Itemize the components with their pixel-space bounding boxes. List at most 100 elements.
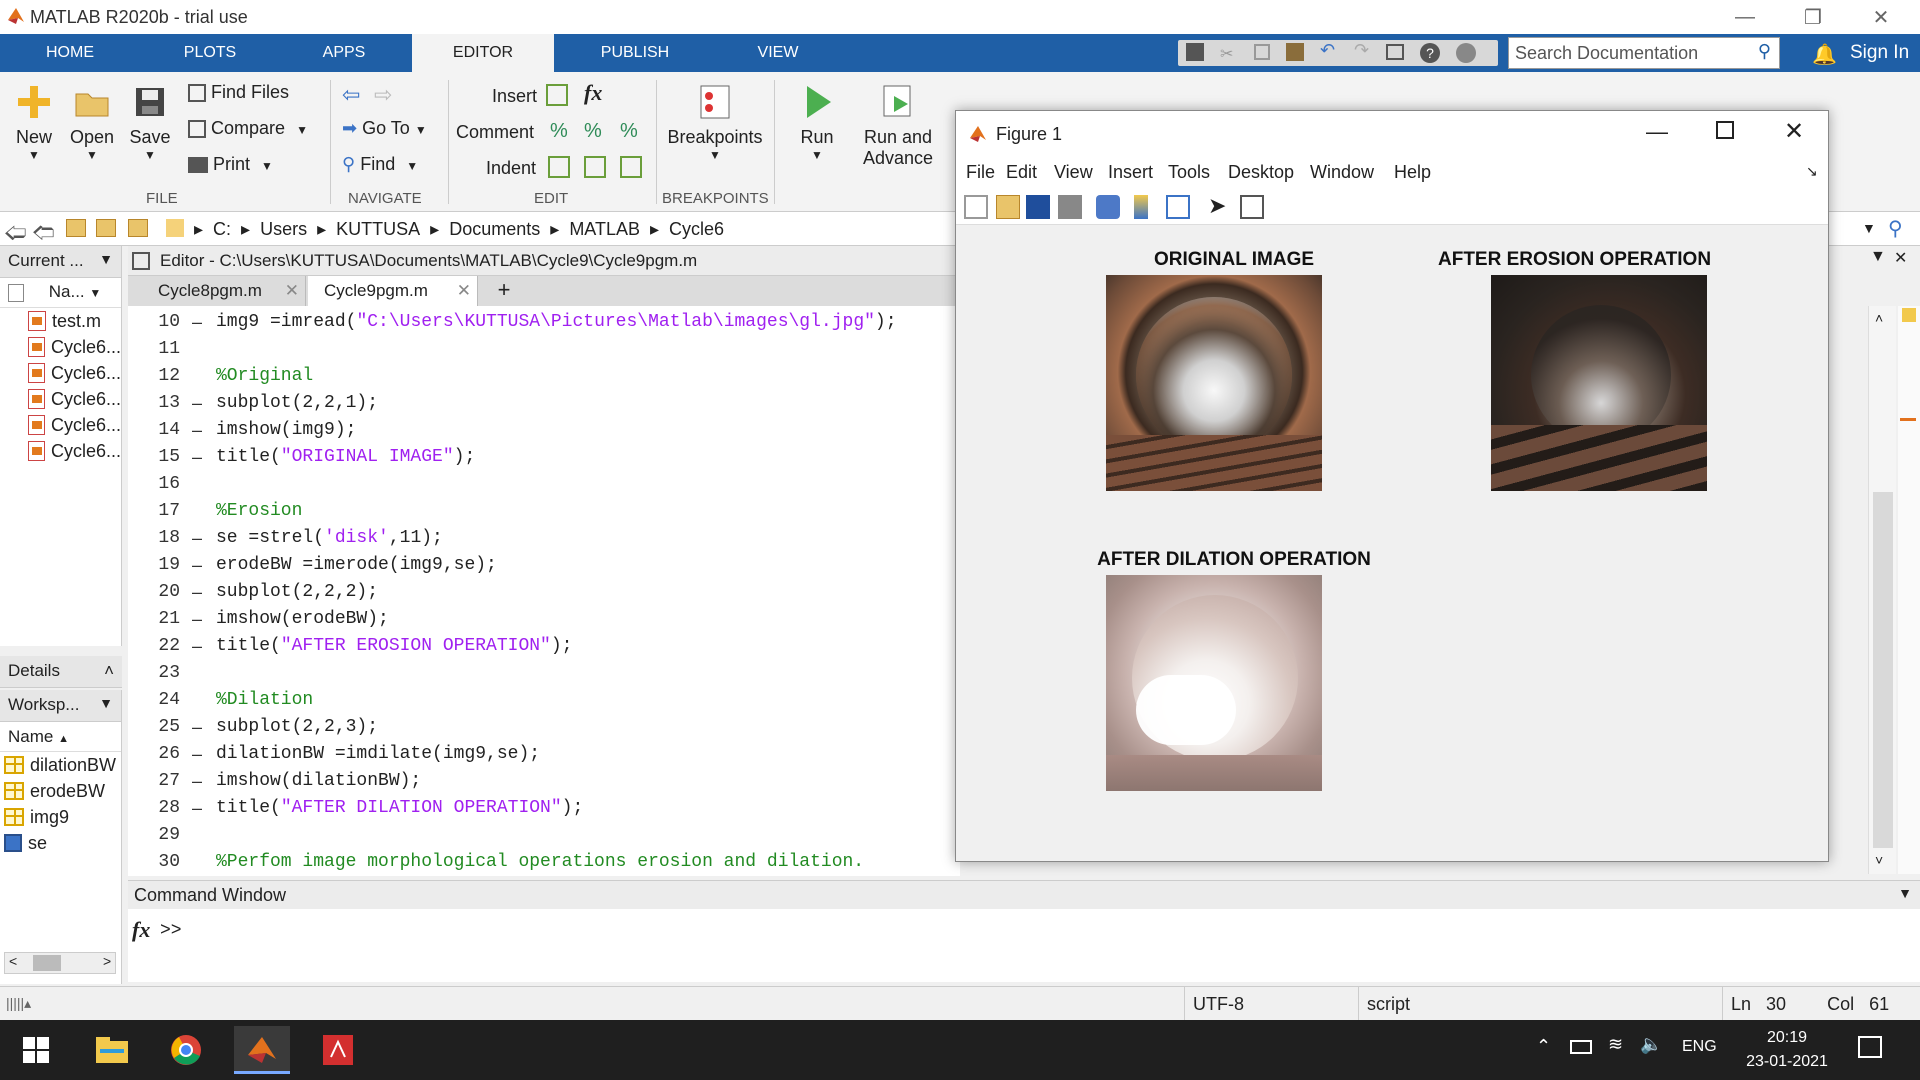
folder-history-icon[interactable]: [128, 219, 148, 237]
print-figure-icon[interactable]: [1058, 195, 1082, 219]
line-number[interactable]: 30: [128, 852, 180, 872]
new-button[interactable]: New ▼: [12, 82, 56, 162]
file-item[interactable]: Cycle6...: [0, 334, 121, 360]
breadcrumb-matlab[interactable]: MATLAB: [569, 219, 640, 240]
editor-tab-cycle8[interactable]: Cycle8pgm.m ✕: [142, 276, 306, 306]
restore-button[interactable]: ❐: [1784, 0, 1842, 34]
breadcrumb-users[interactable]: Users: [260, 219, 307, 240]
code-line[interactable]: imshow(dilationBW);: [216, 771, 421, 791]
figure-minimize-button[interactable]: —: [1646, 119, 1668, 145]
tab-editor[interactable]: EDITOR: [412, 34, 554, 72]
file-item[interactable]: Cycle6...: [0, 438, 121, 464]
scroll-left-icon[interactable]: <: [9, 953, 17, 969]
line-number[interactable]: 13: [128, 393, 180, 413]
line-number[interactable]: 14: [128, 420, 180, 440]
details-header[interactable]: Details ˄: [0, 656, 122, 688]
figure-close-button[interactable]: ✕: [1784, 117, 1804, 146]
clock[interactable]: 20:19 23-01-2021: [1734, 1026, 1840, 1074]
menu-edit[interactable]: Edit: [1006, 162, 1037, 183]
editor-close-icon[interactable]: ✕: [1894, 248, 1907, 268]
insert-icon[interactable]: [546, 84, 568, 106]
figure-canvas[interactable]: ORIGINAL IMAGE AFTER EROSION OPERATION A…: [956, 225, 1828, 861]
workspace-column-header[interactable]: Name ▲: [0, 722, 121, 752]
acrobat-icon[interactable]: [310, 1026, 366, 1074]
line-number[interactable]: 20: [128, 582, 180, 602]
line-number[interactable]: 19: [128, 555, 180, 575]
property-editor-icon[interactable]: [1240, 195, 1264, 219]
run-button[interactable]: Run ▼: [792, 82, 842, 162]
code-line[interactable]: %Dilation: [216, 690, 313, 710]
open-button[interactable]: Open ▼: [68, 82, 116, 162]
find-files-button[interactable]: Find Files: [188, 82, 289, 103]
help-icon[interactable]: ?: [1420, 43, 1440, 63]
line-number[interactable]: 16: [128, 474, 180, 494]
address-dropdown-icon[interactable]: ▼: [1862, 220, 1876, 236]
redo-icon[interactable]: ↷: [1354, 40, 1369, 61]
file-item[interactable]: Cycle6...: [0, 360, 121, 386]
increase-indent-icon[interactable]: [584, 156, 606, 178]
editor-menu-icon[interactable]: ▼: [1870, 248, 1886, 266]
panel-menu-icon[interactable]: ▼: [99, 251, 113, 267]
line-number[interactable]: 12: [128, 366, 180, 386]
panel-menu-icon[interactable]: ▼: [99, 695, 113, 711]
close-tab-icon[interactable]: ✕: [457, 281, 471, 301]
new-tab-plus-icon[interactable]: +: [486, 278, 522, 304]
code-line[interactable]: se =strel('disk',11);: [216, 528, 443, 548]
back-arrow-icon[interactable]: ⇦: [342, 82, 360, 108]
battery-icon[interactable]: [1570, 1040, 1592, 1054]
current-folder-column-header[interactable]: Na... ▼: [0, 278, 121, 308]
breadcrumb-cycle6[interactable]: Cycle6: [669, 219, 724, 240]
uncomment-icon[interactable]: %: [584, 120, 602, 143]
goto-button[interactable]: ➡ Go To ▼: [342, 118, 427, 139]
breadcrumb-c[interactable]: C:: [213, 219, 231, 240]
line-number[interactable]: 11: [128, 339, 180, 359]
indent-label[interactable]: Indent: [486, 158, 536, 179]
comment-label[interactable]: Comment: [456, 122, 534, 143]
editor-tab-cycle9[interactable]: Cycle9pgm.m ✕: [308, 276, 478, 306]
language-indicator[interactable]: ENG: [1682, 1038, 1717, 1056]
line-number[interactable]: 28: [128, 798, 180, 818]
line-number[interactable]: 15: [128, 447, 180, 467]
switch-windows-icon[interactable]: [1386, 44, 1404, 60]
line-number[interactable]: 27: [128, 771, 180, 791]
search-input[interactable]: Search Documentation ⚲: [1508, 37, 1780, 69]
fx-icon[interactable]: fx: [584, 80, 602, 106]
line-number[interactable]: 22: [128, 636, 180, 656]
dock-arrow-icon[interactable]: ↘: [1806, 163, 1818, 180]
code-line[interactable]: imshow(erodeBW);: [216, 609, 389, 629]
code-line[interactable]: subplot(2,2,2);: [216, 582, 378, 602]
analyzer-warning-marker[interactable]: [1900, 418, 1916, 421]
tab-view[interactable]: VIEW: [728, 34, 828, 72]
new-figure-icon[interactable]: [964, 195, 988, 219]
chevron-up-icon[interactable]: ⌃: [1536, 1036, 1551, 1057]
line-number[interactable]: 23: [128, 663, 180, 683]
dropdown-icon[interactable]: [1456, 43, 1476, 63]
run-and-advance-button[interactable]: Run and Advance: [858, 82, 938, 169]
save-button[interactable]: Save ▼: [128, 82, 172, 162]
line-number[interactable]: 24: [128, 690, 180, 710]
code-line[interactable]: subplot(2,2,1);: [216, 393, 378, 413]
workspace-var[interactable]: erodeBW: [0, 778, 121, 804]
smart-indent-icon[interactable]: [548, 156, 570, 178]
command-window[interactable]: Command Window ▼ fx >>: [128, 880, 1920, 982]
code-line[interactable]: title("AFTER DILATION OPERATION");: [216, 798, 583, 818]
wrap-comment-icon[interactable]: %: [620, 120, 638, 143]
windows-start-icon[interactable]: [8, 1026, 64, 1074]
figure-maximize-button[interactable]: [1716, 121, 1734, 139]
tab-apps[interactable]: APPS: [294, 34, 394, 72]
decrease-indent-icon[interactable]: [620, 156, 642, 178]
code-line[interactable]: erodeBW =imerode(img9,se);: [216, 555, 497, 575]
close-button[interactable]: ✕: [1852, 0, 1910, 34]
line-number[interactable]: 25: [128, 717, 180, 737]
save-icon[interactable]: [1186, 43, 1204, 61]
scroll-thumb[interactable]: [33, 955, 61, 971]
wifi-icon[interactable]: ≋: [1608, 1034, 1623, 1055]
tab-home[interactable]: HOME: [20, 34, 120, 72]
compare-button[interactable]: Compare ▼: [188, 118, 308, 139]
cut-icon[interactable]: ✂: [1220, 44, 1233, 64]
menu-tools[interactable]: Tools: [1168, 162, 1210, 183]
matlab-taskbar-icon[interactable]: [234, 1026, 290, 1074]
code-line[interactable]: subplot(2,2,3);: [216, 717, 378, 737]
up-folder-icon[interactable]: [66, 219, 86, 237]
horizontal-scrollbar[interactable]: < >: [4, 952, 116, 974]
